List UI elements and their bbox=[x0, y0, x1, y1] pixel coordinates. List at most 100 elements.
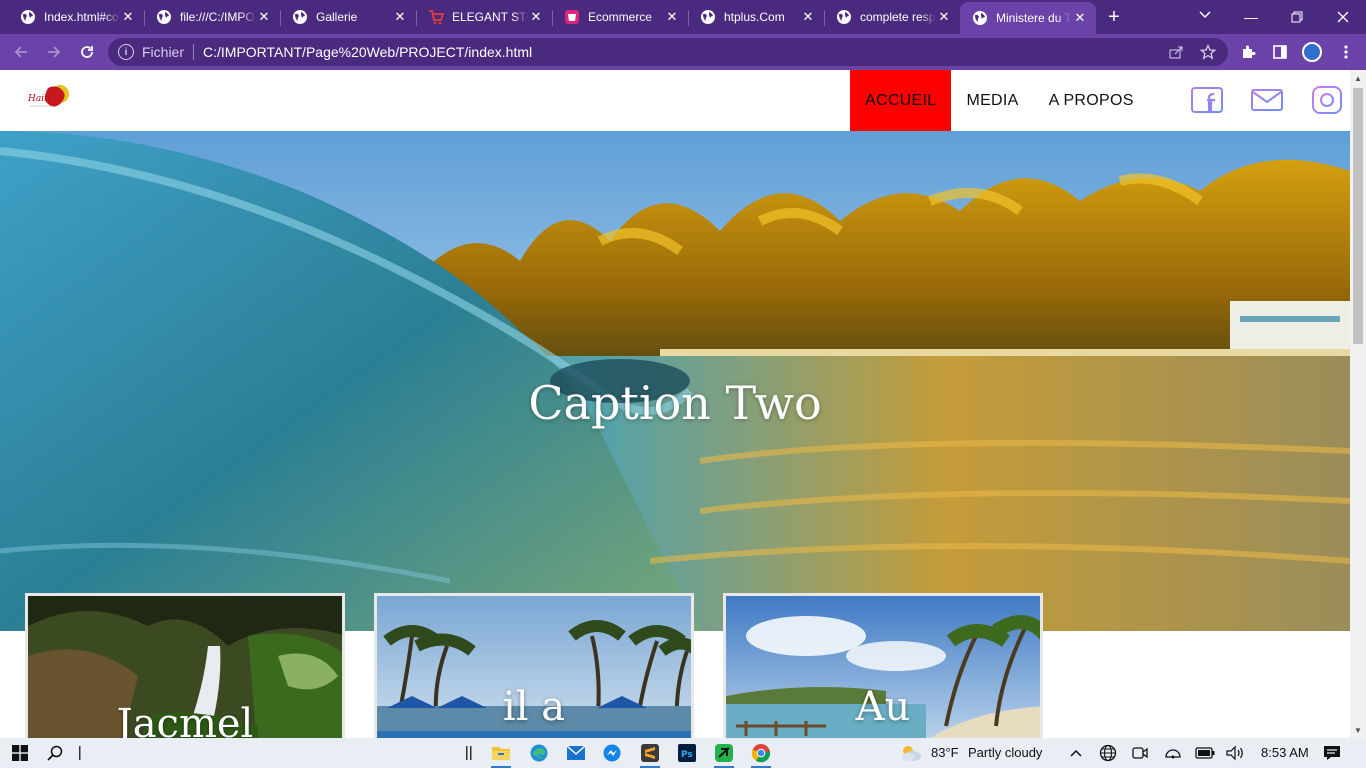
tab-close-icon[interactable]: ✕ bbox=[392, 9, 408, 25]
profile-avatar[interactable] bbox=[1302, 42, 1322, 62]
network-icon[interactable] bbox=[1161, 741, 1185, 765]
address-bar[interactable]: i Fichier C:/IMPORTANT/Page%20Web/PROJEC… bbox=[108, 38, 1228, 66]
back-icon[interactable] bbox=[5, 36, 37, 68]
scroll-down-icon[interactable]: ▼ bbox=[1350, 722, 1366, 738]
browser-tab[interactable]: Ecommerce ✕ bbox=[552, 2, 688, 32]
notifications-icon[interactable] bbox=[1320, 741, 1344, 765]
chrome-icon[interactable] bbox=[749, 741, 773, 768]
tab-close-icon[interactable]: ✕ bbox=[800, 9, 816, 25]
volume-icon[interactable] bbox=[1223, 741, 1247, 765]
taskview-grip-icon bbox=[457, 741, 481, 765]
globe-icon bbox=[700, 9, 716, 25]
url-text[interactable]: C:/IMPORTANT/Page%20Web/PROJECT/index.ht… bbox=[203, 44, 532, 60]
browser-tab[interactable]: Gallerie ✕ bbox=[280, 2, 416, 32]
tab-close-icon[interactable]: ✕ bbox=[936, 9, 952, 25]
main-menu: ACCUEIL MEDIA A PROPOS bbox=[850, 70, 1149, 131]
photoshop-icon[interactable]: Ps bbox=[675, 741, 699, 765]
globe-icon bbox=[156, 9, 172, 25]
browser-toolbar: i Fichier C:/IMPORTANT/Page%20Web/PROJEC… bbox=[0, 34, 1366, 70]
tab-search-icon[interactable] bbox=[1190, 0, 1220, 30]
tab-close-icon[interactable]: ✕ bbox=[120, 9, 136, 25]
site-info-icon[interactable]: i bbox=[118, 44, 134, 60]
address-separator bbox=[193, 44, 195, 60]
browser-tab[interactable]: Index.html#co ✕ bbox=[8, 2, 144, 32]
weather-partly-cloudy-icon[interactable] bbox=[899, 741, 923, 765]
new-tab-button[interactable]: + bbox=[1096, 2, 1132, 32]
svg-text:Haiti: Haiti bbox=[27, 94, 51, 104]
divider-grip-icon bbox=[68, 741, 92, 765]
scheme-label: Fichier bbox=[142, 44, 185, 60]
close-window-icon[interactable] bbox=[1320, 0, 1366, 34]
tab-close-icon[interactable]: ✕ bbox=[664, 9, 680, 25]
tab-label: Ecommerce bbox=[588, 10, 653, 24]
share-icon[interactable] bbox=[1166, 42, 1186, 62]
search-icon[interactable] bbox=[43, 741, 67, 765]
browser-tab[interactable]: complete resp ✕ bbox=[824, 2, 960, 32]
mail-app-icon[interactable] bbox=[564, 741, 588, 765]
minimize-icon[interactable]: — bbox=[1228, 0, 1274, 34]
tab-label: Ministere du T bbox=[996, 11, 1072, 25]
tab-close-icon[interactable]: ✕ bbox=[528, 9, 544, 25]
scroll-thumb[interactable] bbox=[1353, 88, 1363, 344]
whatsapp-style-icon[interactable] bbox=[712, 741, 736, 768]
tab-close-icon[interactable]: ✕ bbox=[1072, 10, 1088, 26]
windows-taskbar: Ps 83°F Partly cloudy 8:53 AM bbox=[0, 738, 1366, 768]
mail-icon[interactable] bbox=[1250, 84, 1284, 116]
card-caption: il a bbox=[502, 684, 566, 730]
meet-now-icon[interactable] bbox=[1128, 741, 1152, 765]
side-panel-icon[interactable] bbox=[1268, 40, 1292, 64]
instagram-icon[interactable] bbox=[1310, 84, 1344, 116]
extensions-icon[interactable] bbox=[1236, 40, 1260, 64]
window-controls: — bbox=[1228, 0, 1366, 34]
globe-icon bbox=[20, 9, 36, 25]
chevron-up-icon[interactable] bbox=[1064, 741, 1088, 765]
reload-icon[interactable] bbox=[71, 36, 103, 68]
battery-icon[interactable] bbox=[1193, 741, 1217, 765]
bookmark-star-icon[interactable] bbox=[1198, 42, 1218, 62]
destination-card[interactable]: il a bbox=[374, 593, 694, 738]
forward-icon[interactable] bbox=[38, 36, 70, 68]
tab-label: complete resp bbox=[860, 10, 936, 24]
globe-icon bbox=[836, 9, 852, 25]
tab-label: Gallerie bbox=[316, 10, 358, 24]
browser-tab[interactable]: Ministere du T ✕ bbox=[960, 2, 1096, 34]
tab-strip: Index.html#co ✕ file:///C:/IMPO ✕ Gallerie ✕ E… bbox=[0, 0, 1366, 34]
shop-icon bbox=[564, 9, 580, 25]
nav-link-a-propos[interactable]: A PROPOS bbox=[1034, 70, 1149, 131]
tab-label: htplus.Com bbox=[724, 10, 785, 24]
tab-label: ELEGANT STO bbox=[452, 10, 528, 24]
cart-icon bbox=[428, 9, 444, 25]
globe-icon bbox=[292, 9, 308, 25]
sublime-text-icon[interactable] bbox=[638, 741, 662, 768]
card-caption: Au bbox=[855, 684, 911, 730]
globe-icon bbox=[972, 10, 988, 26]
file-explorer-icon[interactable] bbox=[489, 741, 513, 768]
scroll-up-icon[interactable]: ▲ bbox=[1350, 70, 1366, 86]
tab-label: file:///C:/IMPO bbox=[180, 10, 255, 24]
windows-start-icon[interactable] bbox=[8, 741, 32, 765]
site-logo[interactable]: Haiti bbox=[26, 82, 74, 112]
facebook-icon[interactable] bbox=[1190, 84, 1224, 116]
messenger-icon[interactable] bbox=[600, 741, 624, 765]
tab-list: Index.html#co ✕ file:///C:/IMPO ✕ Gallerie ✕ E… bbox=[8, 2, 1096, 34]
browser-tab[interactable]: htplus.Com ✕ bbox=[688, 2, 824, 32]
nav-link-accueil[interactable]: ACCUEIL bbox=[850, 70, 952, 131]
weather-condition[interactable]: Partly cloudy bbox=[968, 745, 1042, 760]
language-globe-icon[interactable] bbox=[1096, 741, 1120, 765]
hero-slider: Caption Two bbox=[0, 131, 1350, 631]
restore-icon[interactable] bbox=[1274, 0, 1320, 34]
site-header: Haiti ACCUEIL MEDIA A PROPOS bbox=[0, 70, 1350, 131]
svg-text:Ps: Ps bbox=[681, 750, 693, 760]
page-scrollbar[interactable]: ▲ ▼ bbox=[1350, 70, 1366, 738]
browser-tab[interactable]: ELEGANT STO ✕ bbox=[416, 2, 552, 32]
system-clock[interactable]: 8:53 AM bbox=[1261, 745, 1309, 760]
more-menu-icon[interactable] bbox=[1334, 40, 1358, 64]
edge-browser-icon[interactable] bbox=[527, 741, 551, 765]
tab-close-icon[interactable]: ✕ bbox=[256, 9, 272, 25]
card-caption: Jacmel bbox=[116, 701, 254, 738]
destination-card[interactable]: Jacmel bbox=[25, 593, 345, 738]
weather-temp[interactable]: 83°F bbox=[931, 745, 959, 760]
nav-link-media[interactable]: MEDIA bbox=[951, 70, 1033, 131]
destination-card[interactable]: Au bbox=[723, 593, 1043, 738]
browser-tab[interactable]: file:///C:/IMPO ✕ bbox=[144, 2, 280, 32]
